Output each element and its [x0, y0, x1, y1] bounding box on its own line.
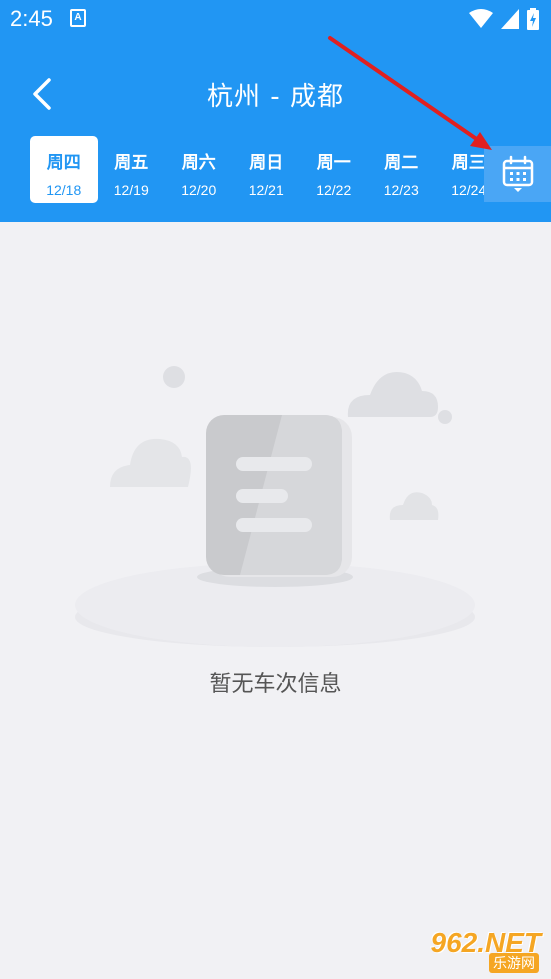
battery-icon [527, 8, 539, 30]
watermark: 962.NET 乐游网 [403, 927, 543, 973]
date-tab-weekday: 周三 [451, 153, 484, 173]
date-tab[interactable]: 周三 12/24 [435, 136, 484, 203]
date-tab[interactable]: 周一 12/22 [300, 136, 368, 203]
page-title: 杭州 - 成都 [207, 82, 344, 112]
date-tab-date: 12/18 [46, 182, 82, 198]
wifi-icon [469, 9, 493, 28]
app-notification-icon: A [70, 9, 86, 27]
date-tab[interactable]: 周五 12/19 [98, 136, 166, 203]
watermark-site: 乐游网 [489, 953, 539, 973]
calendar-button[interactable] [484, 146, 551, 202]
header: 杭州 - 成都 [0, 60, 551, 128]
date-tab-date: 12/21 [248, 182, 284, 198]
date-tab-date: 12/23 [383, 182, 419, 198]
status-time: 2:45 [10, 6, 53, 31]
date-tab-date: 12/20 [181, 182, 217, 198]
status-icons [469, 8, 539, 30]
date-tab-weekday: 周六 [181, 153, 216, 173]
date-tab[interactable]: 周日 12/21 [233, 136, 301, 203]
date-tab[interactable]: 周四 12/18 [30, 136, 98, 203]
calendar-icon [502, 155, 533, 192]
signal-icon [501, 9, 519, 29]
date-tab-date: 12/19 [113, 182, 149, 198]
empty-state-message: 暂无车次信息 [209, 672, 342, 697]
date-tab-weekday: 周日 [249, 153, 284, 173]
date-tab-weekday: 周四 [46, 153, 81, 173]
date-tab-weekday: 周一 [316, 153, 351, 173]
date-strip[interactable]: 周四 12/18 周五 12/19 周六 12/20 周日 12/21 周一 1… [30, 136, 484, 203]
date-tab[interactable]: 周二 12/23 [368, 136, 436, 203]
date-tab-date: 12/22 [316, 182, 352, 198]
status-bar: 2:45 A [0, 0, 551, 40]
date-tab-weekday: 周五 [114, 153, 149, 173]
date-tab-date: 12/24 [451, 182, 484, 198]
date-tab-weekday: 周二 [384, 153, 419, 173]
date-tab[interactable]: 周六 12/20 [165, 136, 233, 203]
empty-document-illustration [75, 366, 475, 647]
